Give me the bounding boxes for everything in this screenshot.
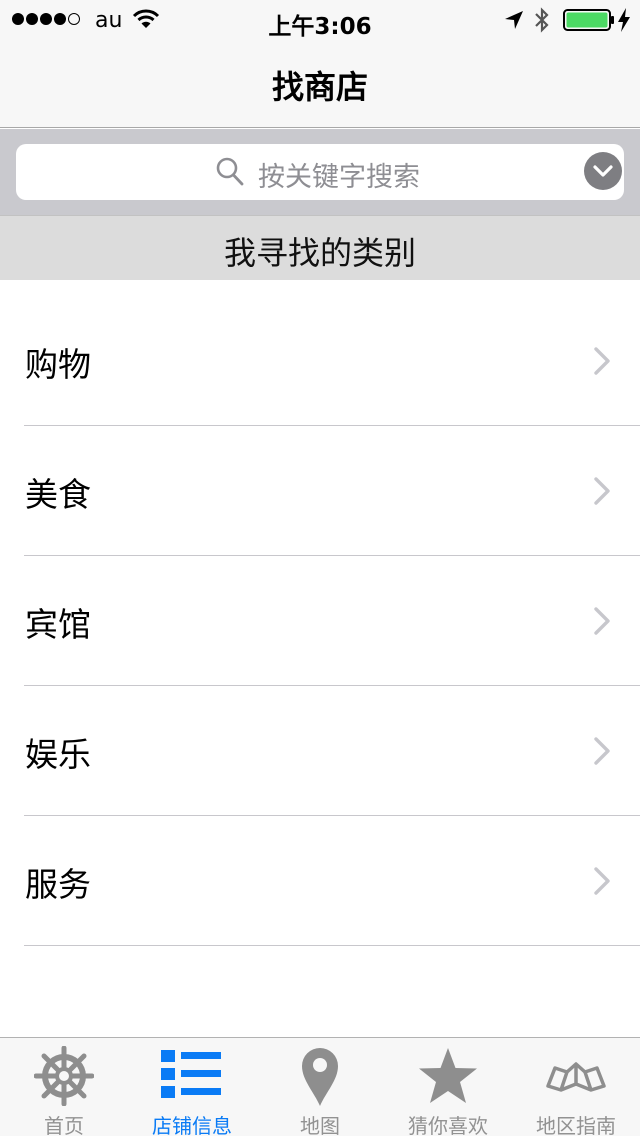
category-list: 购物 美食 宾馆 娱乐 服务 [0,296,640,946]
chevron-right-icon [594,477,610,509]
tab-label: 地区指南 [536,1114,616,1136]
category-label: 服务 [25,865,91,904]
bluetooth-icon [533,6,551,38]
tab-area-guide[interactable]: 地区指南 [512,1038,640,1136]
category-label: 购物 [25,345,91,384]
tab-store-info[interactable]: 店铺信息 [128,1038,256,1136]
folded-map-icon [512,1046,640,1104]
status-bar: au 上午3:06 [0,0,640,40]
category-label: 宾馆 [25,605,91,644]
screen: au 上午3:06 找商店 按关键字搜索 我寻找的类别 购物 美食 宾馆 娱乐 … [0,0,640,1136]
chevron-right-icon [594,347,610,379]
list-icon [128,1046,256,1102]
tab-label: 地图 [300,1114,340,1136]
tab-bar: 首页 店铺信息 地图 猜你喜欢 地区指南 [0,1037,640,1136]
tab-recommendations[interactable]: 猜你喜欢 [384,1038,512,1136]
chevron-down-icon[interactable] [584,152,622,190]
navigation-bar: 找商店 [0,40,640,128]
search-icon [216,157,244,191]
page-title: 找商店 [271,68,368,106]
section-title: 我寻找的类别 [223,234,416,272]
location-arrow-icon [504,10,524,34]
chevron-right-icon [594,607,610,639]
tab-label: 首页 [44,1114,84,1136]
tab-label: 店铺信息 [152,1114,232,1136]
chevron-right-icon [594,867,610,899]
category-label: 娱乐 [25,735,91,774]
map-pin-icon [256,1046,384,1108]
chevron-right-icon [594,737,610,769]
search-input[interactable]: 按关键字搜索 [16,144,624,200]
helm-icon [0,1046,128,1106]
category-row-shopping[interactable]: 购物 [0,296,640,426]
tab-home[interactable]: 首页 [0,1038,128,1136]
tab-label: 猜你喜欢 [408,1114,488,1136]
search-bar: 按关键字搜索 [0,129,640,215]
category-row-service[interactable]: 服务 [0,816,640,946]
charging-bolt-icon [617,8,631,36]
category-section-header: 我寻找的类别 [0,215,640,280]
search-placeholder: 按关键字搜索 [258,162,420,193]
category-row-hotel[interactable]: 宾馆 [0,556,640,686]
tab-map[interactable]: 地图 [256,1038,384,1136]
category-row-entertainment[interactable]: 娱乐 [0,686,640,816]
category-label: 美食 [25,475,91,514]
category-row-food[interactable]: 美食 [0,426,640,556]
star-icon [384,1046,512,1106]
battery-icon [563,9,615,35]
